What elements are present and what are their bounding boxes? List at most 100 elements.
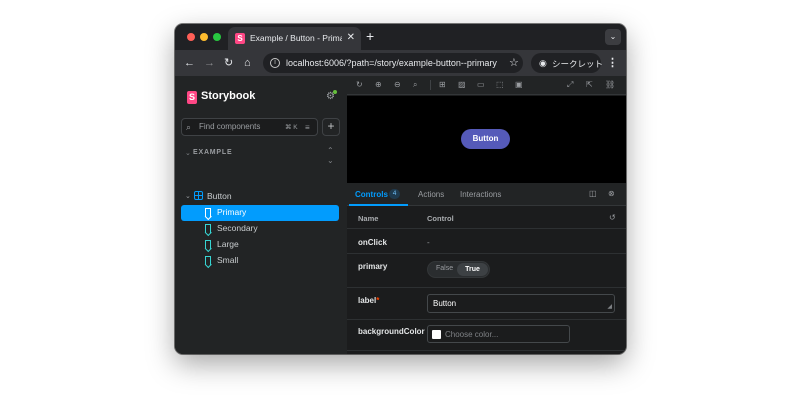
active-tab-indicator: [349, 204, 408, 206]
bookmark-star-icon[interactable]: ☆: [509, 56, 519, 70]
bookmark-icon: [205, 256, 211, 265]
controls-count-badge: 4: [389, 189, 400, 199]
background-icon[interactable]: ▨: [458, 79, 466, 91]
component-search[interactable]: ⌕ Find components ⌘ K ≡: [181, 118, 318, 136]
story-label: Primary: [217, 207, 247, 217]
control-row-primary: primary False True: [347, 254, 626, 288]
panel-layout-icon[interactable]: ◫: [589, 189, 597, 199]
close-window-button[interactable]: [187, 33, 195, 41]
open-new-tab-icon[interactable]: ⇱: [586, 79, 593, 91]
bookmark-icon: [205, 208, 211, 217]
color-picker-input[interactable]: Choose color...: [427, 325, 570, 343]
story-label: Secondary: [217, 223, 258, 233]
column-name-header: Name: [358, 214, 379, 223]
control-name: label*: [358, 296, 380, 305]
browser-titlebar: S Example / Button - Primary - ✕ + ⌄: [175, 24, 626, 50]
group-chevron-icon[interactable]: ⌄: [185, 149, 191, 157]
preview-button[interactable]: Button: [461, 129, 510, 149]
tab-interactions[interactable]: Interactions: [460, 190, 501, 199]
control-row-label: label* Button ◢: [347, 288, 626, 320]
sidebar-item-large[interactable]: Large: [181, 237, 339, 253]
control-name: primary: [358, 262, 388, 271]
zoom-window-button[interactable]: [213, 33, 221, 41]
tab-actions[interactable]: Actions: [418, 190, 444, 199]
component-chevron-icon: ⌄: [185, 193, 191, 200]
copy-link-icon[interactable]: ⛓: [605, 79, 615, 91]
tab-search-chevron-icon[interactable]: ⌄: [605, 29, 621, 45]
viewport-icon[interactable]: ▭: [477, 79, 485, 91]
column-control-header: Control: [427, 214, 454, 223]
zoom-reset-icon[interactable]: ⌕: [413, 79, 417, 91]
zoom-in-icon[interactable]: ⊕: [375, 79, 382, 91]
toggle-true-option[interactable]: True: [457, 263, 488, 276]
address-bar[interactable]: i localhost:6006/?path=/story/example-bu…: [263, 53, 523, 73]
browser-window: S Example / Button - Primary - ✕ + ⌄ ← →…: [175, 24, 626, 354]
storybook-logo-icon: S: [187, 91, 197, 104]
controls-table-header: Name Control ↺: [347, 207, 626, 229]
tab-title: Example / Button - Primary -: [250, 33, 342, 43]
url-text[interactable]: localhost:6006/?path=/story/example-butt…: [286, 58, 497, 68]
control-name: onClick: [358, 238, 387, 247]
preview-toolbar: ↻ ⊕ ⊖ ⌕ ⊞ ▨ ▭ ⬚ ▣ ⤢ ⇱ ⛓: [347, 76, 626, 95]
control-row-onclick: onClick -: [347, 230, 626, 254]
addons-panel-tabs: Controls 4 Actions Interactions ◫ ⊗: [347, 183, 626, 206]
forward-arrow-icon[interactable]: →: [204, 55, 215, 71]
create-story-button[interactable]: +: [322, 118, 340, 136]
home-icon[interactable]: ⌂: [244, 55, 251, 71]
zoom-out-icon[interactable]: ⊖: [394, 79, 401, 91]
control-row-backgroundcolor: backgroundColor Choose color...: [347, 320, 626, 351]
toggle-false-option[interactable]: False: [436, 265, 453, 272]
storybook-sidebar: S Storybook ⚙ ⌕ Find components ⌘ K ≡ + …: [175, 76, 347, 354]
control-name: backgroundColor: [358, 327, 425, 336]
site-info-icon[interactable]: i: [270, 58, 280, 68]
reload-story-icon[interactable]: ↻: [356, 79, 363, 91]
incognito-icon: ◉: [539, 58, 547, 68]
sidebar-item-secondary[interactable]: Secondary: [181, 221, 339, 237]
sidebar-item-primary[interactable]: Primary: [181, 205, 339, 221]
toolbar-divider: [430, 80, 431, 90]
story-canvas: Button: [347, 96, 626, 183]
sidebar-item-button[interactable]: ⌄ Button: [181, 189, 339, 205]
new-tab-button[interactable]: +: [366, 28, 374, 44]
storybook-main: ↻ ⊕ ⊖ ⌕ ⊞ ▨ ▭ ⬚ ▣ ⤢ ⇱ ⛓ Button Controls …: [347, 76, 626, 354]
sidebar-group-example[interactable]: EXAMPLE: [193, 149, 232, 156]
browser-toolbar: ← → ↻ ⌂ i localhost:6006/?path=/story/ex…: [175, 50, 626, 76]
reload-icon[interactable]: ↻: [224, 55, 233, 71]
required-mark: *: [376, 296, 380, 305]
component-icon: [194, 191, 203, 200]
control-value: -: [427, 238, 430, 247]
color-input-placeholder[interactable]: Choose color...: [445, 330, 498, 339]
reset-controls-icon[interactable]: ↺: [609, 213, 616, 223]
storybook-favicon-icon: S: [235, 33, 245, 44]
minimize-window-button[interactable]: [200, 33, 208, 41]
bookmark-icon: [205, 224, 211, 233]
primary-boolean-toggle[interactable]: False True: [427, 261, 490, 278]
browser-tab[interactable]: S Example / Button - Primary - ✕: [228, 27, 361, 50]
resize-grip-icon[interactable]: ◢: [607, 304, 612, 311]
bookmark-icon: [205, 240, 211, 249]
close-panel-icon[interactable]: ⊗: [608, 189, 615, 199]
filter-icon[interactable]: ≡: [305, 121, 310, 134]
fullscreen-icon[interactable]: ⤢: [567, 79, 573, 91]
browser-menu-icon[interactable]: ⋮: [607, 55, 618, 71]
grid-icon[interactable]: ⊞: [439, 79, 446, 91]
incognito-indicator[interactable]: ◉ シークレット: [531, 53, 604, 73]
tab-close-icon[interactable]: ✕: [347, 32, 355, 43]
tab-controls[interactable]: Controls: [355, 190, 388, 199]
label-text-input[interactable]: Button ◢: [427, 294, 615, 313]
story-label: Large: [217, 239, 239, 249]
search-input[interactable]: Find components: [199, 122, 260, 131]
sidebar-item-small[interactable]: Small: [181, 253, 339, 269]
outline-icon[interactable]: ▣: [515, 79, 523, 91]
search-shortcut-hint: ⌘ K: [285, 124, 298, 131]
color-swatch[interactable]: [432, 330, 441, 339]
component-label: Button: [207, 191, 232, 201]
measure-icon[interactable]: ⬚: [496, 79, 504, 91]
update-status-dot: [333, 90, 337, 94]
collapse-all-icon[interactable]: ⌃ ⌄: [327, 146, 334, 166]
search-icon: ⌕: [186, 122, 192, 132]
storybook-title: Storybook: [201, 90, 256, 102]
back-arrow-icon[interactable]: ←: [184, 55, 195, 71]
incognito-label: シークレット: [552, 59, 604, 69]
label-input-value[interactable]: Button: [433, 299, 456, 308]
